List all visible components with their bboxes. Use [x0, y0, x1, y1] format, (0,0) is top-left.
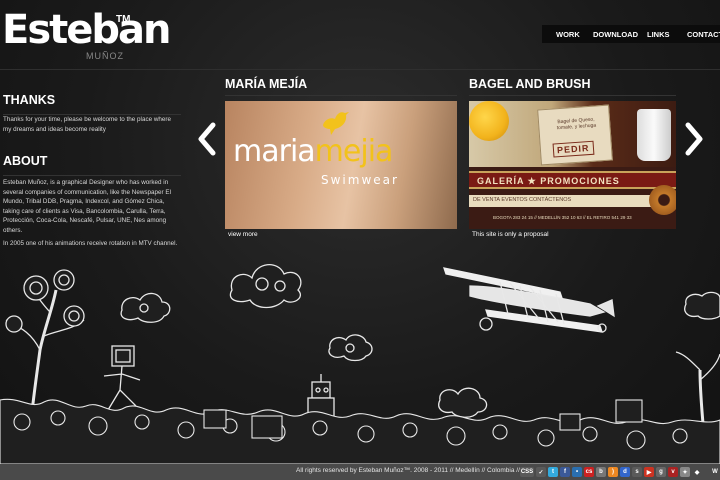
chevron-left-icon[interactable] — [196, 122, 218, 156]
cloud-icon — [438, 387, 488, 418]
bagel-submenu: DE VENTA EVENTOS CONTÁCTENOS — [469, 195, 676, 207]
bagel-note-card: Bagel de Queso, tomate, y lechuga PEDIR — [537, 104, 613, 166]
cloud-icon — [328, 334, 373, 362]
foliage-icon — [0, 398, 720, 464]
maria-mejia-swimwear: Swimwear — [321, 173, 399, 187]
project-title-bagel-and-brush: BAGEL AND BRUSH — [469, 77, 591, 91]
rss-icon[interactable]: ) — [608, 467, 618, 477]
about-text-mtv: In 2005 one of his animations receive ro… — [3, 240, 178, 247]
thanks-title: THANKS — [3, 93, 56, 107]
css-icon[interactable]: CSS — [520, 467, 534, 477]
logo-text: Esteban — [2, 7, 171, 53]
proposal-caption: This site is only a proposal — [472, 231, 549, 238]
tv-man-icon — [103, 345, 141, 411]
cloud-icon — [229, 264, 302, 309]
bagel-pedir-stamp: PEDIR — [552, 140, 594, 158]
footer-social-icons: CSS ✓ t f • cs b ) d s ▶ g v ✦ ◆ W — [520, 467, 720, 477]
cloud-icon — [120, 292, 171, 323]
project-divider — [225, 95, 457, 96]
bagel-submenu-text: DE VENTA EVENTOS CONTÁCTENOS — [473, 197, 572, 203]
deviant-icon[interactable]: ✦ — [680, 467, 690, 477]
nav-links[interactable]: LINKS — [647, 30, 670, 39]
logo-tm: TM — [116, 14, 131, 25]
vimeo-icon[interactable]: v — [668, 467, 678, 477]
lastfm-icon[interactable]: cs — [584, 467, 594, 477]
check-icon[interactable]: ✓ — [536, 467, 546, 477]
project-thumb-bagel-and-brush[interactable]: Bagel de Queso, tomate, y lechuga PEDIR … — [469, 101, 676, 229]
egg-image — [469, 101, 509, 141]
thanks-text: Thanks for your time, please be welcome … — [3, 116, 172, 133]
blogger-icon[interactable]: b — [596, 467, 606, 477]
main-nav: WORK DOWNLOAD LINKS CONTACT — [542, 25, 720, 43]
facebook-icon[interactable]: f — [560, 467, 570, 477]
flickr-icon[interactable]: • — [572, 467, 582, 477]
project-thumb-maria-mejia[interactable]: mariamejia Swimwear — [225, 101, 457, 229]
maria-mejia-brand: mariamejia — [233, 134, 393, 169]
decorative-illustration — [0, 264, 720, 464]
bagel-menu-band: GALERÍA ★ PROMOCIONES — [469, 171, 676, 189]
youtube-icon[interactable]: ▶ — [644, 467, 654, 477]
about-title: ABOUT — [3, 154, 48, 168]
footer-copyright: All rights reserved by Esteban Muñoz™. 2… — [296, 467, 520, 474]
project-divider — [469, 95, 676, 96]
header-divider — [0, 69, 720, 70]
chevron-right-icon[interactable] — [683, 122, 705, 156]
twitter-icon[interactable]: t — [548, 467, 558, 477]
bagel-note-text: Bagel de Queso, tomate, y lechuga — [556, 116, 597, 132]
project-title-maria-mejia: MARÍA MEJÍA — [225, 77, 308, 91]
bagel-address: BOGOTA 283 24 15 // MEDELLÍN 352 10 63 /… — [493, 215, 632, 220]
cloud-icon — [684, 291, 720, 320]
nav-work[interactable]: WORK — [556, 30, 580, 39]
tumblr-icon[interactable]: ◆ — [692, 467, 702, 477]
delicious-icon[interactable]: d — [620, 467, 630, 477]
about-divider — [3, 175, 181, 176]
nav-contact[interactable]: CONTACT — [687, 30, 720, 39]
bagel-image — [649, 185, 676, 215]
cup-image — [637, 109, 671, 161]
view-more-link[interactable]: view more — [228, 231, 258, 238]
about-text: Esteban Muñoz, is a graphical Designer w… — [3, 179, 171, 234]
footer: All rights reserved by Esteban Muñoz™. 2… — [0, 464, 720, 480]
site-logo[interactable]: Esteban TM MUÑOZ — [2, 7, 171, 61]
biplane-icon — [443, 267, 615, 333]
stumble-icon[interactable]: s — [632, 467, 642, 477]
digg-icon[interactable]: g — [656, 467, 666, 477]
bagel-band-text: GALERÍA ★ PROMOCIONES — [477, 176, 620, 186]
w-logo-icon[interactable]: W — [704, 467, 720, 477]
nav-download[interactable]: DOWNLOAD — [593, 30, 638, 39]
logo-subtitle: MUÑOZ — [86, 51, 124, 61]
